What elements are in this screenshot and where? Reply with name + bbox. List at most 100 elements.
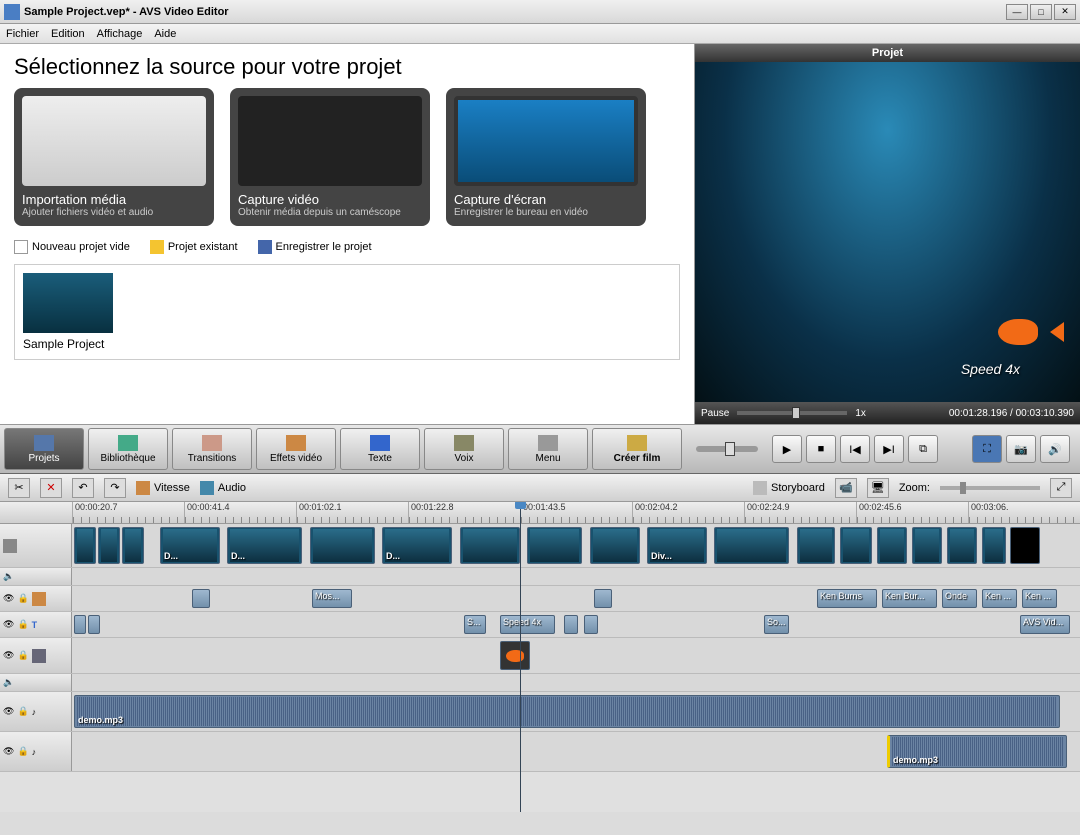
project-thumbnail[interactable]: Sample Project: [23, 273, 671, 351]
tab-menu[interactable]: Menu: [508, 428, 588, 470]
overlay-clip[interactable]: [500, 641, 530, 670]
split-button[interactable]: ⧉: [908, 435, 938, 463]
audio-button[interactable]: Audio: [200, 481, 246, 495]
card-capture-video[interactable]: Capture vidéo Obtenir média depuis un ca…: [230, 88, 430, 226]
snapshot-button[interactable]: 📷: [1006, 435, 1036, 463]
video-clip[interactable]: [877, 527, 907, 564]
lock-icon[interactable]: 🔒: [17, 619, 28, 630]
menu-help[interactable]: Aide: [154, 28, 176, 40]
tab-library[interactable]: Bibliothèque: [88, 428, 168, 470]
text-clip[interactable]: [88, 615, 100, 634]
menu-view[interactable]: Affichage: [97, 28, 143, 40]
lock-icon[interactable]: 🔒: [17, 746, 28, 757]
menu-edit[interactable]: Edition: [51, 28, 85, 40]
fit-zoom-button[interactable]: ⤢: [1050, 478, 1072, 498]
video-clip[interactable]: Div...: [647, 527, 707, 564]
effects-track: 👁🔒 Mos... Ken Burns Ken Bur... Onde Ken …: [0, 586, 1080, 612]
audio-clip[interactable]: demo.mp3: [887, 735, 1067, 768]
fx-clip[interactable]: Ken ...: [1022, 589, 1057, 608]
video-clip[interactable]: [840, 527, 872, 564]
fx-clip[interactable]: Onde: [942, 589, 977, 608]
video-clip[interactable]: [310, 527, 375, 564]
video-clip[interactable]: [912, 527, 942, 564]
lock-icon[interactable]: 🔒: [17, 706, 28, 717]
redo-button[interactable]: ↷: [104, 478, 126, 498]
tab-video-effects[interactable]: Effets vidéo: [256, 428, 336, 470]
cam-settings-button[interactable]: 📹: [835, 478, 857, 498]
tab-text[interactable]: Texte: [340, 428, 420, 470]
video-clip[interactable]: [460, 527, 520, 564]
tab-transitions[interactable]: Transitions: [172, 428, 252, 470]
lock-icon[interactable]: 🔒: [17, 650, 28, 661]
video-clip[interactable]: [1010, 527, 1040, 564]
fx-clip[interactable]: Mos...: [312, 589, 352, 608]
split-clip-button[interactable]: ✂: [8, 478, 30, 498]
produce-button[interactable]: Créer film: [592, 428, 682, 470]
timeline: 00:00:20.7 00:00:41.4 00:01:02.1 00:01:2…: [0, 502, 1080, 812]
eye-icon[interactable]: 👁: [3, 746, 14, 757]
new-project-button[interactable]: Nouveau projet vide: [14, 240, 130, 254]
menu-bar: Fichier Edition Affichage Aide: [0, 24, 1080, 44]
play-button[interactable]: ▶: [772, 435, 802, 463]
video-clip[interactable]: D...: [160, 527, 220, 564]
speed-button[interactable]: Vitesse: [136, 481, 190, 495]
existing-project-button[interactable]: Projet existant: [150, 240, 238, 254]
video-clip[interactable]: [797, 527, 835, 564]
storyboard-toggle[interactable]: Storyboard: [753, 481, 825, 495]
text-clip[interactable]: [74, 615, 86, 634]
text-clip[interactable]: So...: [764, 615, 789, 634]
playback-scrubber[interactable]: [696, 446, 758, 452]
fx-clip[interactable]: [594, 589, 612, 608]
video-clip[interactable]: [122, 527, 144, 564]
video-clip[interactable]: [714, 527, 789, 564]
wand-icon: [286, 435, 306, 451]
eye-icon[interactable]: 👁: [3, 706, 14, 717]
video-clip[interactable]: D...: [227, 527, 302, 564]
volume-button[interactable]: 🔊: [1040, 435, 1070, 463]
maximize-button[interactable]: □: [1030, 4, 1052, 20]
save-project-button[interactable]: Enregistrer le projet: [258, 240, 372, 254]
next-frame-button[interactable]: ▶I: [874, 435, 904, 463]
video-track-body[interactable]: D... D... D... Div...: [72, 524, 1080, 567]
stop-button[interactable]: ■: [806, 435, 836, 463]
close-button[interactable]: ✕: [1054, 4, 1076, 20]
fx-clip[interactable]: [192, 589, 210, 608]
eye-icon[interactable]: 👁: [3, 619, 14, 630]
preview-speed-slider[interactable]: [737, 411, 847, 415]
prev-frame-button[interactable]: I◀: [840, 435, 870, 463]
tab-projects[interactable]: Projets: [4, 428, 84, 470]
undo-button[interactable]: ↶: [72, 478, 94, 498]
card-import-media[interactable]: Importation média Ajouter fichiers vidéo…: [14, 88, 214, 226]
text-clip[interactable]: Speed 4x: [500, 615, 555, 634]
lock-icon[interactable]: 🔒: [17, 593, 28, 604]
text-clip[interactable]: [584, 615, 598, 634]
video-clip[interactable]: [98, 527, 120, 564]
minimize-button[interactable]: —: [1006, 4, 1028, 20]
microphone-icon: [454, 435, 474, 451]
fx-clip[interactable]: Ken Bur...: [882, 589, 937, 608]
eye-icon[interactable]: 👁: [3, 593, 14, 604]
menu-file[interactable]: Fichier: [6, 28, 39, 40]
tab-voice[interactable]: Voix: [424, 428, 504, 470]
text-clip[interactable]: S...: [464, 615, 486, 634]
video-clip[interactable]: [947, 527, 977, 564]
video-clip[interactable]: D...: [382, 527, 452, 564]
audio-clip[interactable]: demo.mp3: [74, 695, 1060, 728]
video-clip[interactable]: [590, 527, 640, 564]
video-clip[interactable]: [527, 527, 582, 564]
delete-clip-button[interactable]: ✕: [40, 478, 62, 498]
fullscreen-button[interactable]: ⛶: [972, 435, 1002, 463]
card-screen-capture[interactable]: Capture d'écran Enregistrer le bureau en…: [446, 88, 646, 226]
zoom-slider[interactable]: [940, 486, 1040, 490]
video-clip[interactable]: [74, 527, 96, 564]
text-clip[interactable]: AVS Vid...: [1020, 615, 1070, 634]
fx-clip[interactable]: Ken ...: [982, 589, 1017, 608]
display-settings-button[interactable]: 🖥: [867, 478, 889, 498]
playhead[interactable]: [520, 502, 521, 812]
fx-clip[interactable]: Ken Burns: [817, 589, 877, 608]
eye-icon[interactable]: 👁: [3, 650, 14, 661]
video-clip[interactable]: [982, 527, 1006, 564]
time-ruler[interactable]: 00:00:20.7 00:00:41.4 00:01:02.1 00:01:2…: [0, 502, 1080, 524]
text-clip[interactable]: [564, 615, 578, 634]
preview-viewport[interactable]: Speed 4x: [695, 62, 1080, 402]
